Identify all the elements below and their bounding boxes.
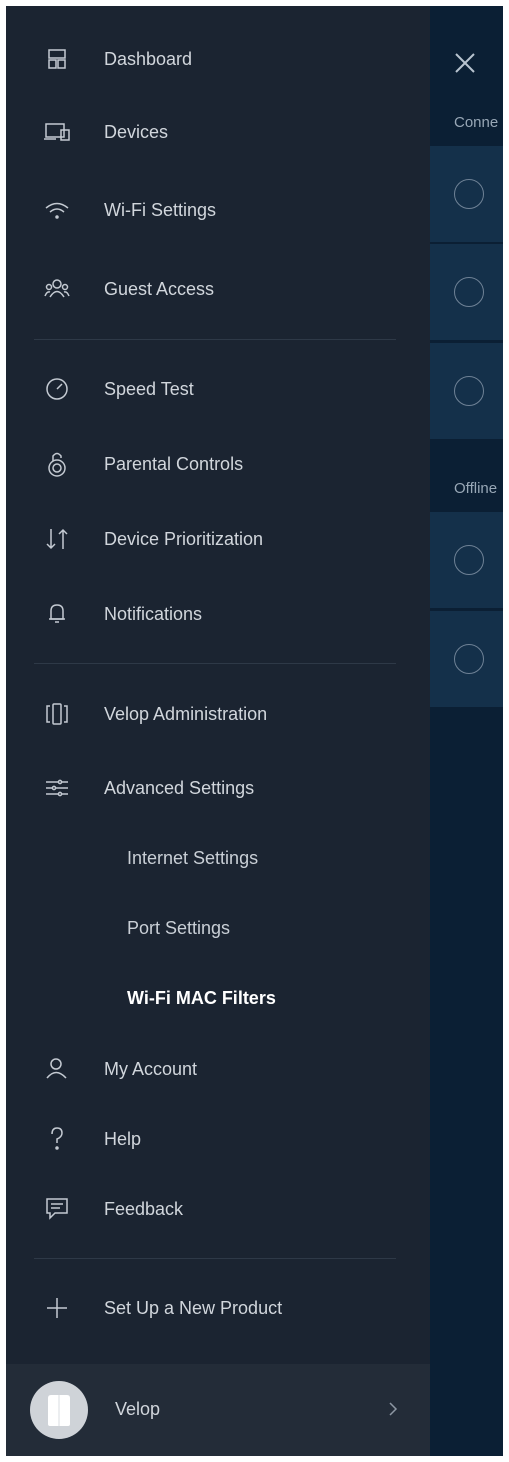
radio-button[interactable] [454,644,484,674]
velop-nodes-icon [46,703,68,725]
device-row[interactable] [430,342,503,439]
menu-item-velop-administration[interactable]: Velop Administration [6,684,430,744]
menu-item-label: Guest Access [104,278,215,299]
bell-icon [49,604,65,623]
device-row[interactable] [430,610,503,707]
menu-item-device-prioritization[interactable]: Device Prioritization [6,509,430,569]
submenu-item-internet-settings[interactable]: Internet Settings [6,828,430,888]
section-header-connected: Conne [454,114,499,131]
avatar [30,1381,88,1439]
menu-divider [34,1258,396,1259]
devices-background-panel: Conne Offline [430,6,503,1456]
menu-item-label: My Account [104,1058,198,1079]
menu-item-label: Velop Administration [104,703,268,724]
help-icon [51,1127,63,1150]
menu-item-label: Set Up a New Product [104,1297,283,1318]
arrows-icon [46,528,68,550]
menu-item-guest-access[interactable]: Guest Access [6,259,430,319]
devices-icon [44,123,70,141]
menu-item-label: Internet Settings [127,847,259,868]
close-icon[interactable] [452,50,478,76]
menu-item-advanced-settings[interactable]: Advanced Settings [6,758,430,818]
plus-icon [47,1298,67,1318]
guest-icon [44,279,70,298]
sliders-icon [46,779,68,797]
menu-item-label: Notifications [104,603,203,624]
menu-item-set-up-new-product[interactable]: Set Up a New Product [6,1278,430,1338]
menu-item-parental-controls[interactable]: Parental Controls [6,434,430,494]
lock-icon [48,452,66,477]
device-row[interactable] [430,243,503,340]
menu-item-label: Parental Controls [104,453,244,474]
network-name: Velop [115,1399,161,1419]
feedback-icon [46,1198,68,1220]
menu-item-label: Speed Test [104,378,194,399]
speedometer-icon [46,378,68,400]
menu-item-label: Feedback [104,1198,184,1219]
radio-button[interactable] [454,545,484,575]
menu-item-help[interactable]: Help [6,1109,430,1169]
menu-item-label: Device Prioritization [104,528,264,549]
radio-button[interactable] [454,376,484,406]
dashboard-icon [48,49,66,69]
menu-item-my-account[interactable]: My Account [6,1039,430,1099]
menu-item-label: Advanced Settings [104,777,255,798]
velop-node-icon [48,1395,70,1426]
menu-divider [34,663,396,664]
menu-item-wifi-settings[interactable]: Wi-Fi Settings [6,180,430,240]
submenu-item-port-settings[interactable]: Port Settings [6,898,430,958]
menu-item-devices[interactable]: Devices [6,102,430,162]
menu-item-label: Port Settings [127,917,231,938]
menu-item-label: Wi-Fi MAC Filters [127,987,276,1008]
radio-button[interactable] [454,277,484,307]
network-selector[interactable]: Velop [6,1364,430,1456]
wifi-icon [45,202,69,219]
user-icon [46,1058,67,1079]
menu-item-speed-test[interactable]: Speed Test [6,359,430,419]
device-row[interactable] [430,511,503,608]
app-screen: Conne Offline Dashboard Devices Wi-Fi Se… [6,6,503,1456]
menu-item-label: Devices [104,121,169,142]
menu-item-label: Dashboard [104,48,193,69]
chevron-right-icon [389,1402,398,1416]
device-row[interactable] [430,145,503,242]
section-header-offline: Offline [454,480,498,497]
navigation-drawer: Dashboard Devices Wi-Fi Settings Guest A… [6,6,430,1456]
menu-item-label: Help [104,1128,142,1149]
submenu-item-wifi-mac-filters[interactable]: Wi-Fi MAC Filters [6,968,430,1028]
menu-item-feedback[interactable]: Feedback [6,1179,430,1239]
menu-item-dashboard[interactable]: Dashboard [6,29,430,89]
menu-item-label: Wi-Fi Settings [104,199,217,220]
radio-button[interactable] [454,179,484,209]
menu-item-notifications[interactable]: Notifications [6,584,430,644]
menu-divider [34,339,396,340]
